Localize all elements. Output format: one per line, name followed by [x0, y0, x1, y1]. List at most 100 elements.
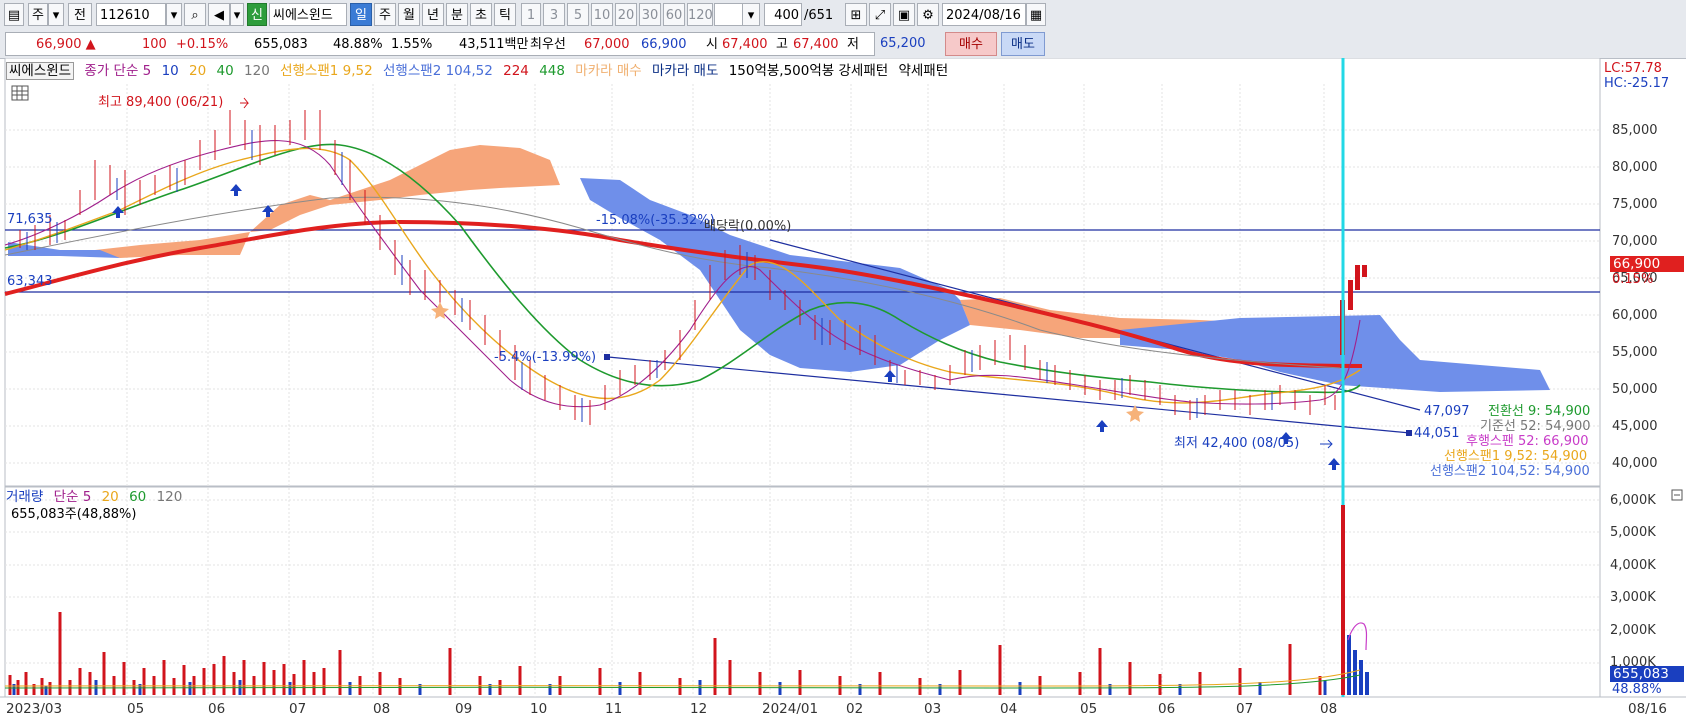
x-tick-02: 02: [846, 701, 864, 717]
zoom-icon[interactable]: ⤢: [869, 3, 891, 26]
volume-value: 655,083: [254, 37, 308, 52]
volume-ratio: 48.88%: [333, 37, 383, 52]
date-input[interactable]: 2024/08/16: [942, 3, 1026, 26]
legend-macara-sell[interactable]: 마카라 매도: [652, 63, 718, 79]
high-price: 67,400: [793, 37, 839, 52]
legend-ma120[interactable]: 120: [244, 63, 270, 79]
crosshair-icon[interactable]: ⊞: [845, 3, 867, 26]
turnover-rate: 1.55%: [391, 37, 433, 52]
vol-tick-4000k: 4,000K: [1610, 558, 1656, 573]
sound-icon[interactable]: ◀: [208, 3, 230, 26]
leading-span2-label: 선행스팬2 104,52: 54,900: [1430, 464, 1590, 479]
tab-year[interactable]: 년: [422, 3, 444, 26]
vol-tick-6000k: 6,000K: [1610, 493, 1656, 508]
minute-120[interactable]: 120: [687, 3, 713, 26]
vlegend-name[interactable]: 거래량: [6, 489, 43, 505]
x-tick-08: 08: [373, 701, 391, 717]
code-dropdown-icon[interactable]: ▾: [166, 3, 182, 26]
tab-day[interactable]: 일: [350, 3, 372, 26]
high-annotation: 최고 89,400 (06/21): [98, 95, 224, 110]
buy-button[interactable]: 매수: [945, 32, 997, 56]
lc-value: LC:57.78: [1604, 61, 1662, 76]
price-tick-50000: 50,000: [1612, 382, 1658, 397]
x-tick-03: 03: [924, 701, 942, 717]
search-icon[interactable]: ⌕: [184, 3, 206, 26]
pct-annotation-3: -5.4%(-13.99%): [494, 350, 597, 365]
price-tick-45000: 45,000: [1612, 419, 1658, 434]
x-tick-12: 12: [690, 701, 708, 717]
chart-menu-icon[interactable]: ▤: [4, 3, 24, 26]
vol-tick-3000k: 3,000K: [1610, 590, 1656, 605]
price-legend: 씨에스윈드 종가 단순 5 10 20 40 120 선행스팬1 9,52 선행…: [6, 61, 954, 81]
left-price-71635: 71,635: [7, 212, 53, 227]
minute-30[interactable]: 30: [639, 3, 661, 26]
vlegend-60[interactable]: 60: [129, 489, 146, 505]
custom-period-dropdown-icon[interactable]: ▾: [742, 3, 760, 26]
leading-span1-label: 선행스팬1 9,52: 54,900: [1444, 449, 1588, 464]
current-rate-tag: 0.15%: [1612, 272, 1654, 287]
left-price-63343: 63,343: [7, 274, 53, 289]
price-change: 100: [142, 37, 167, 52]
price-chart[interactable]: [0, 58, 1686, 720]
low-label: 저: [847, 37, 859, 52]
x-tick-2023-03: 2023/03: [6, 701, 63, 717]
hc-value: HC:-25.17: [1604, 76, 1670, 91]
x-tick-05: 05: [127, 701, 145, 717]
gear-icon[interactable]: ⚙: [917, 3, 939, 26]
calendar-icon[interactable]: ▦: [1026, 3, 1046, 26]
legend-macara-buy[interactable]: 마카라 매수: [575, 63, 641, 79]
minute-60[interactable]: 60: [663, 3, 685, 26]
tab-week[interactable]: 주: [374, 3, 396, 26]
minute-20[interactable]: 20: [615, 3, 637, 26]
current-price: 66,900 ▲: [36, 37, 96, 52]
price-tick-60000: 60,000: [1612, 308, 1658, 323]
vlegend-20[interactable]: 20: [102, 489, 119, 505]
period-select[interactable]: 주: [28, 3, 48, 26]
legend-weak-pattern[interactable]: 약세패턴: [898, 63, 948, 79]
vlegend-120[interactable]: 120: [157, 489, 183, 505]
quote-box: 66,900 ▲ 100 +0.15% 655,083 48.88% 1.55%…: [5, 32, 875, 56]
tab-second[interactable]: 초: [470, 3, 492, 26]
stock-code-input[interactable]: 112610: [96, 3, 166, 26]
minute-10[interactable]: 10: [591, 3, 613, 26]
price-tick-75000: 75,000: [1612, 197, 1658, 212]
legend-pattern[interactable]: 150억봉,500억봉 강세패턴: [729, 63, 888, 79]
prev-button[interactable]: 전: [68, 3, 92, 26]
conversion-line-label: 전환선 9: 54,900: [1488, 404, 1591, 419]
count-input[interactable]: 400: [764, 3, 802, 26]
low-annotation: 최저 42,400 (08/05): [1174, 436, 1300, 451]
price-tick-70000: 70,000: [1612, 234, 1658, 249]
legend-ma40[interactable]: 40: [217, 63, 234, 79]
legend-ma20[interactable]: 20: [189, 63, 206, 79]
minute-5[interactable]: 5: [567, 3, 589, 26]
price-tick-85000: 85,000: [1612, 123, 1658, 138]
tab-tick[interactable]: 틱: [494, 3, 516, 26]
x-tick-2024-01: 2024/01: [762, 701, 819, 717]
legend-ma448[interactable]: 448: [539, 63, 565, 79]
x-tick-07b: 07: [1236, 701, 1254, 717]
legend-ma10[interactable]: 10: [162, 63, 179, 79]
minute-3[interactable]: 3: [543, 3, 565, 26]
stock-name-field[interactable]: 씨에스윈드: [269, 3, 347, 26]
x-tick-current: 08/16: [1628, 701, 1667, 717]
legend-stock-name[interactable]: 씨에스윈드: [6, 62, 75, 80]
x-tick-09: 09: [455, 701, 473, 717]
vlegend-ma[interactable]: 단순 5: [54, 489, 92, 505]
legend-ma224[interactable]: 224: [503, 63, 529, 79]
best-ask: 67,000: [584, 37, 630, 52]
sound-dropdown-icon[interactable]: ▾: [230, 3, 244, 26]
change-rate: +0.15%: [176, 37, 229, 52]
trend-value-1: 47,097: [1424, 404, 1470, 419]
x-tick-07: 07: [289, 701, 307, 717]
legend-ma[interactable]: 종가 단순 5: [84, 63, 151, 79]
legend-span2[interactable]: 선행스팬2 104,52: [383, 63, 493, 79]
tab-month[interactable]: 월: [398, 3, 420, 26]
new-badge[interactable]: 신: [247, 3, 267, 26]
save-icon[interactable]: ▣: [893, 3, 915, 26]
period-dropdown-icon[interactable]: ▾: [48, 3, 64, 26]
sell-button[interactable]: 매도: [1001, 32, 1045, 56]
tab-minute[interactable]: 분: [446, 3, 468, 26]
current-price-tag: 66,900: [1613, 256, 1661, 272]
legend-span1[interactable]: 선행스팬1 9,52: [280, 63, 373, 79]
minute-1[interactable]: 1: [521, 3, 541, 26]
